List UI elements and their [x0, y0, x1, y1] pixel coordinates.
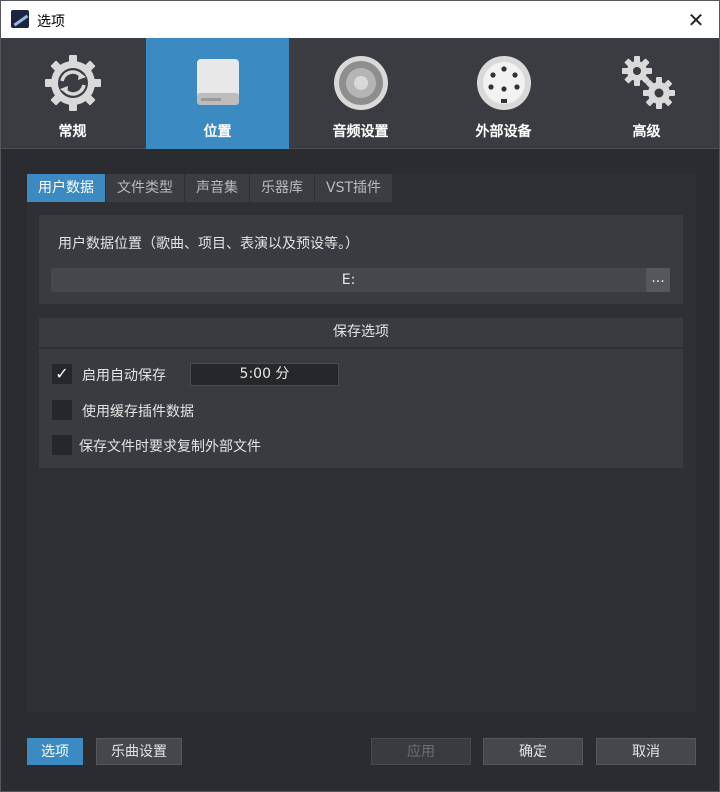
- category-audio-settings[interactable]: 音频设置: [289, 38, 432, 149]
- title-bar: 选项 ✕: [1, 1, 719, 38]
- cancel-button[interactable]: 取消: [596, 738, 696, 765]
- tab-vst-plugins[interactable]: VST插件: [315, 174, 393, 202]
- apply-button[interactable]: 应用: [371, 738, 471, 765]
- category-general[interactable]: 常规: [1, 38, 144, 149]
- ok-button[interactable]: 确定: [483, 738, 583, 765]
- midi-port-icon: [477, 56, 531, 110]
- tab-sound-sets[interactable]: 声音集: [185, 174, 249, 202]
- tab-user-data[interactable]: 用户数据: [27, 174, 105, 202]
- hard-drive-icon: [197, 59, 239, 105]
- category-label: 常规: [58, 124, 87, 140]
- category-external-devices[interactable]: 外部设备: [432, 38, 575, 149]
- gears-icon: [622, 56, 675, 109]
- browse-button[interactable]: ...: [646, 268, 670, 292]
- cache-plugin-data-label: 使用缓存插件数据: [82, 404, 194, 420]
- song-settings-button[interactable]: 乐曲设置: [96, 738, 182, 765]
- speaker-icon: [334, 56, 388, 110]
- copy-external-files-label: 保存文件时要求复制外部文件: [79, 439, 261, 455]
- close-icon: ✕: [687, 7, 705, 32]
- autosave-checkbox[interactable]: ✓: [52, 364, 72, 384]
- checkmark-icon: ✓: [55, 364, 69, 383]
- sync-gear-icon: [45, 55, 101, 111]
- category-advanced[interactable]: 高级: [575, 38, 718, 149]
- window-title: 选项: [37, 14, 65, 30]
- save-options-section: ✓ 启用自动保存 5:00 分 使用缓存插件数据 保存文件时要求复制外部文件: [39, 349, 683, 468]
- tab-file-types[interactable]: 文件类型: [106, 174, 184, 202]
- category-label: 音频设置: [332, 124, 389, 140]
- close-button[interactable]: ✕: [673, 1, 719, 38]
- options-button[interactable]: 选项: [27, 738, 83, 765]
- save-options-header: 保存选项: [39, 318, 683, 347]
- copy-external-files-checkbox[interactable]: [52, 435, 72, 455]
- category-label: 外部设备: [475, 124, 532, 140]
- category-bar: 常规 位置 音频设置 外部设备 高级: [1, 38, 719, 149]
- autosave-label: 启用自动保存: [82, 368, 166, 384]
- user-data-path-field[interactable]: E:: [51, 268, 646, 292]
- cache-plugin-data-checkbox[interactable]: [52, 400, 72, 420]
- user-data-section: 用户数据位置（歌曲、项目、表演以及预设等。） E: ...: [39, 215, 683, 304]
- category-label: 高级: [632, 124, 661, 140]
- autosave-interval-field[interactable]: 5:00 分: [190, 363, 339, 386]
- category-locations[interactable]: 位置: [146, 38, 289, 149]
- options-window: 选项 ✕ 常规 位置 音频设置 外部设备 高级 用户数据 文件类型 声音集 乐器…: [0, 0, 720, 792]
- user-data-location-label: 用户数据位置（歌曲、项目、表演以及预设等。）: [58, 236, 359, 252]
- tab-instrument-library[interactable]: 乐器库: [250, 174, 314, 202]
- sub-tab-bar: 用户数据 文件类型 声音集 乐器库 VST插件: [27, 174, 393, 202]
- app-logo-icon: [11, 10, 29, 28]
- category-label: 位置: [203, 124, 232, 140]
